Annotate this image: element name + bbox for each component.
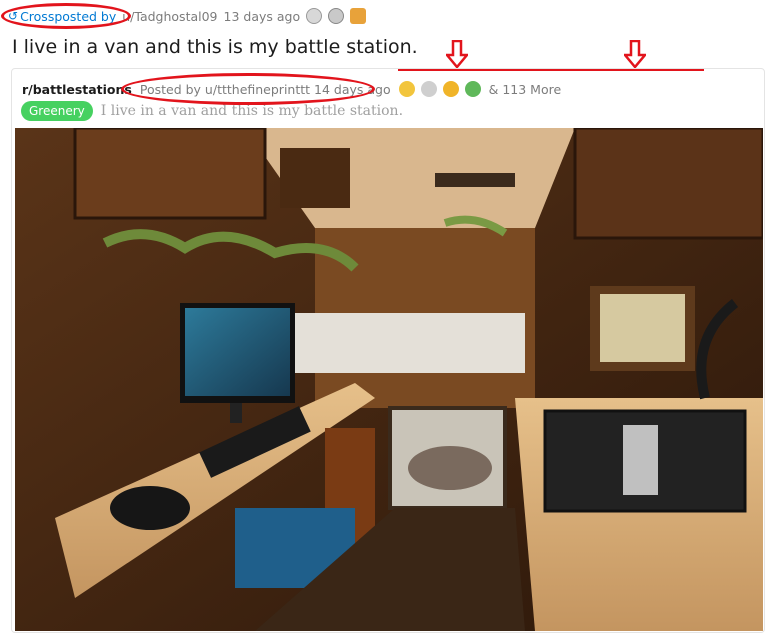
award-icon-5[interactable] bbox=[420, 81, 437, 97]
original-post-meta: r/battlestations Posted by u/ttthefinepr… bbox=[22, 79, 561, 99]
posted-by[interactable]: Posted by u/ttthefineprinttt 14 days ago bbox=[140, 82, 391, 97]
post-image[interactable] bbox=[15, 128, 763, 631]
crosspost-user[interactable]: Tadghostal09 bbox=[134, 9, 217, 24]
original-post-title[interactable]: I live in a van and this is my battle st… bbox=[101, 103, 403, 119]
crosspost-user-prefix[interactable]: u/ bbox=[122, 9, 134, 24]
post-title[interactable]: I live in a van and this is my battle st… bbox=[12, 36, 418, 58]
flair-row: Greenery I live in a van and this is my … bbox=[21, 101, 403, 121]
crosspost-meta: ↺ Crossposted by u/Tadghostal09 13 days … bbox=[8, 5, 367, 27]
annotation-arrow-left bbox=[446, 40, 468, 68]
van-interior-photo bbox=[15, 128, 763, 631]
crosspost-icon: ↺ bbox=[8, 9, 19, 23]
award-icon-1[interactable] bbox=[306, 8, 323, 24]
crosspost-card[interactable]: r/battlestations Posted by u/ttthefinepr… bbox=[11, 68, 765, 633]
subreddit-link[interactable]: r/battlestations bbox=[22, 82, 132, 97]
annotation-line bbox=[398, 69, 704, 71]
flair-badge[interactable]: Greenery bbox=[21, 101, 93, 121]
annotation-arrow-right bbox=[624, 40, 646, 68]
award-icon-6[interactable] bbox=[442, 81, 459, 97]
award-icon-4[interactable] bbox=[398, 81, 415, 97]
more-awards-link[interactable]: & 113 More bbox=[489, 82, 562, 97]
award-icon-7[interactable] bbox=[464, 81, 481, 97]
award-icon-2[interactable] bbox=[328, 8, 345, 24]
crosspost-label[interactable]: Crossposted by bbox=[20, 9, 116, 24]
crosspost-age: 13 days ago bbox=[223, 8, 301, 24]
award-icon-3[interactable] bbox=[350, 8, 367, 24]
